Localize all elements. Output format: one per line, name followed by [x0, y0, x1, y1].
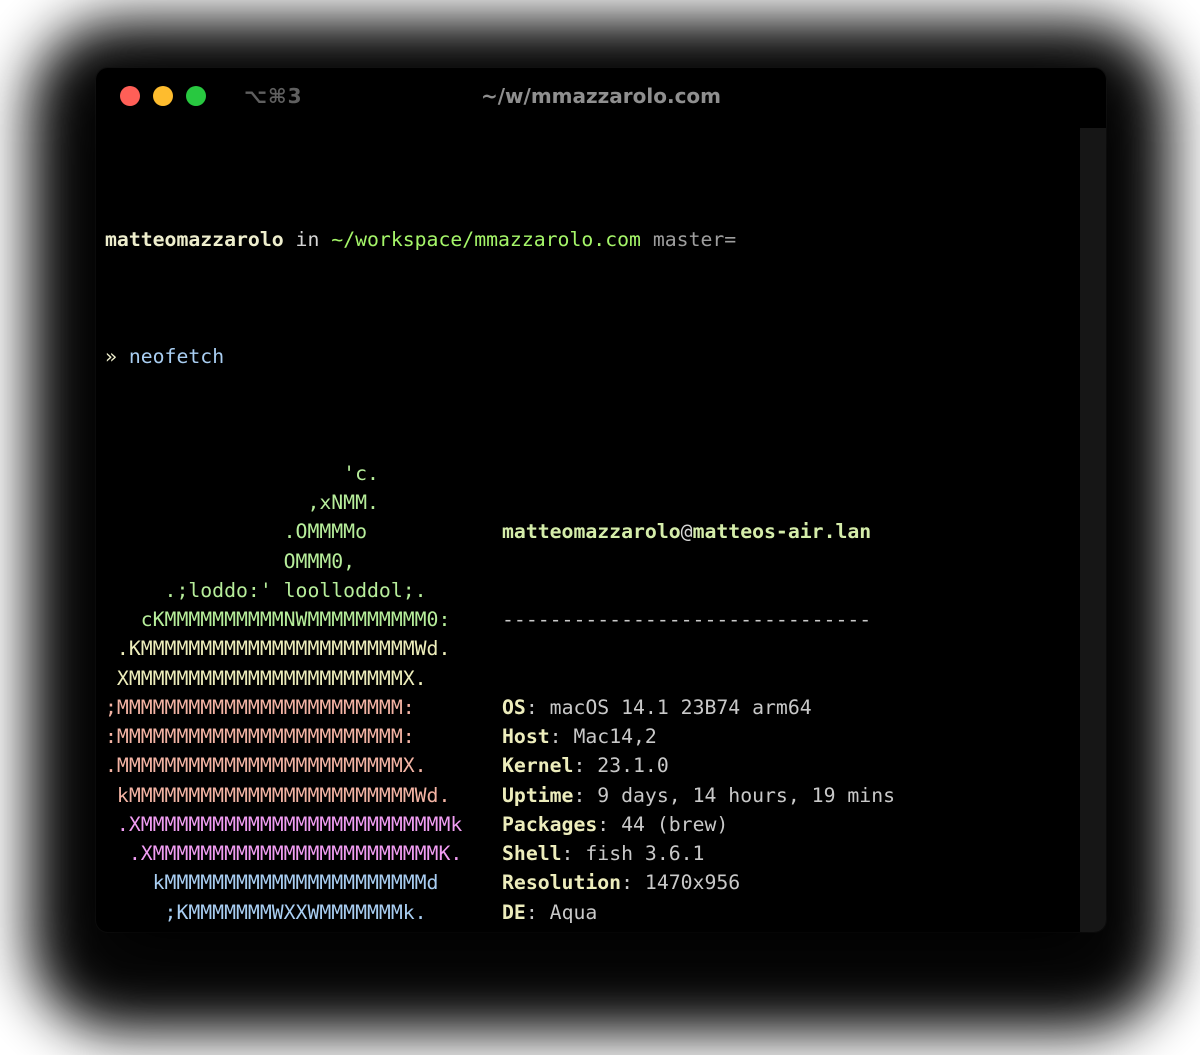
info-label: OS	[502, 696, 526, 719]
ascii-art-line: ;MMMMMMMMMMMMMMMMMMMMMMMM:	[105, 693, 502, 722]
info-value: Quartz Compositor	[550, 930, 752, 932]
neofetch-info-row: Shell: fish 3.6.1	[502, 839, 895, 868]
command-text: neofetch	[129, 345, 224, 368]
ascii-art-line: .XMMMMMMMMMMMMMMMMMMMMMMMMMMk	[105, 810, 502, 839]
info-value: 44 (brew)	[621, 813, 728, 836]
info-colon: :	[621, 871, 645, 894]
scrollbar[interactable]	[1080, 128, 1106, 932]
neofetch-info-row: OS: macOS 14.1 23B74 arm64	[502, 693, 895, 722]
neofetch-info-row: Resolution: 1470x956	[502, 868, 895, 897]
info-value: Mac14,2	[573, 725, 656, 748]
info-value: 23.1.0	[597, 754, 668, 777]
info-label: Shell	[502, 842, 562, 865]
ascii-art-line: .cooc,. .,coo:.	[105, 927, 502, 932]
info-colon: :	[573, 784, 597, 807]
ascii-art-line: OMMM0,	[105, 547, 502, 576]
ascii-art-line: .KMMMMMMMMMMMMMMMMMMMMMMMWd.	[105, 634, 502, 663]
info-value: 1470x956	[645, 871, 740, 894]
prompt-user: matteomazzarolo	[105, 228, 284, 251]
ascii-art-line: kMMMMMMMMMMMMMMMMMMMMMMMMWd.	[105, 781, 502, 810]
neofetch-title-user: matteomazzarolo	[502, 520, 681, 543]
info-label: Kernel	[502, 754, 573, 777]
ascii-art-line: .MMMMMMMMMMMMMMMMMMMMMMMMX.	[105, 751, 502, 780]
ascii-art-line: kMMMMMMMMMMMMMMMMMMMMMMd	[105, 868, 502, 897]
titlebar[interactable]: ⌥⌘3 ~/w/mmazzarolo.com	[96, 68, 1106, 124]
info-label: Packages	[502, 813, 597, 836]
info-label: WM	[502, 930, 526, 932]
info-value: 9 days, 14 hours, 19 mins	[597, 784, 895, 807]
shell-prompt-line: matteomazzarolo in ~/workspace/mmazzarol…	[105, 225, 1080, 254]
ascii-art-line: :MMMMMMMMMMMMMMMMMMMMMMMM:	[105, 722, 502, 751]
window-title: ~/w/mmazzarolo.com	[96, 84, 1106, 108]
info-value: Aqua	[550, 901, 598, 924]
info-value: fish 3.6.1	[585, 842, 704, 865]
prompt-path: ~/workspace/mmazzarolo.com	[331, 228, 641, 251]
info-colon: :	[550, 725, 574, 748]
neofetch-title-host: matteos-air.lan	[693, 520, 872, 543]
ascii-art-line: 'c.	[105, 459, 502, 488]
ascii-art-line: XMMMMMMMMMMMMMMMMMMMMMMMX.	[105, 664, 502, 693]
neofetch-info-row: DE: Aqua	[502, 898, 895, 927]
neofetch-separator: -------------------------------	[502, 605, 895, 634]
neofetch-info-column: matteomazzarolo@matteos-air.lan --------…	[502, 459, 895, 932]
prompt-git-branch: master=	[641, 228, 736, 251]
neofetch-info-row: Host: Mac14,2	[502, 722, 895, 751]
prompt-symbol: »	[105, 345, 129, 368]
info-colon: :	[597, 813, 621, 836]
info-colon: :	[526, 930, 550, 932]
ascii-art-line: .XMMMMMMMMMMMMMMMMMMMMMMMMK.	[105, 839, 502, 868]
neofetch-title-at: @	[681, 520, 693, 543]
info-colon: :	[526, 901, 550, 924]
terminal-content[interactable]: matteomazzarolo in ~/workspace/mmazzarol…	[105, 124, 1080, 932]
neofetch-info-row: WM: Quartz Compositor	[502, 927, 895, 932]
prompt-in-word: in	[284, 228, 332, 251]
neofetch-info-row: Kernel: 23.1.0	[502, 751, 895, 780]
neofetch-output: 'c. ,xNMM. .OMMMMo OMMM0, .;loddo:' lool…	[105, 459, 1080, 932]
ascii-art-line: .;loddo:' loolloddol;.	[105, 576, 502, 605]
ascii-art-line: ,xNMM.	[105, 488, 502, 517]
info-label: Resolution	[502, 871, 621, 894]
info-label: DE	[502, 901, 526, 924]
info-value: macOS 14.1 23B74 arm64	[550, 696, 812, 719]
info-label: Uptime	[502, 784, 573, 807]
info-colon: :	[573, 754, 597, 777]
info-label: Host	[502, 725, 550, 748]
info-colon: :	[562, 842, 586, 865]
ascii-art-line: cKMMMMMMMMMMNWMMMMMMMMMM0:	[105, 605, 502, 634]
ascii-art-logo: 'c. ,xNMM. .OMMMMo OMMM0, .;loddo:' lool…	[105, 459, 502, 932]
info-colon: :	[526, 696, 550, 719]
neofetch-info-row: Packages: 44 (brew)	[502, 810, 895, 839]
ascii-art-line: .OMMMMo	[105, 517, 502, 546]
terminal-window: ⌥⌘3 ~/w/mmazzarolo.com matteomazzarolo i…	[96, 68, 1106, 932]
neofetch-title: matteomazzarolo@matteos-air.lan	[502, 517, 895, 546]
command-line: » neofetch	[105, 342, 1080, 371]
neofetch-info-row: Uptime: 9 days, 14 hours, 19 mins	[502, 781, 895, 810]
ascii-art-line: ;KMMMMMMMWXXWMMMMMMMk.	[105, 898, 502, 927]
